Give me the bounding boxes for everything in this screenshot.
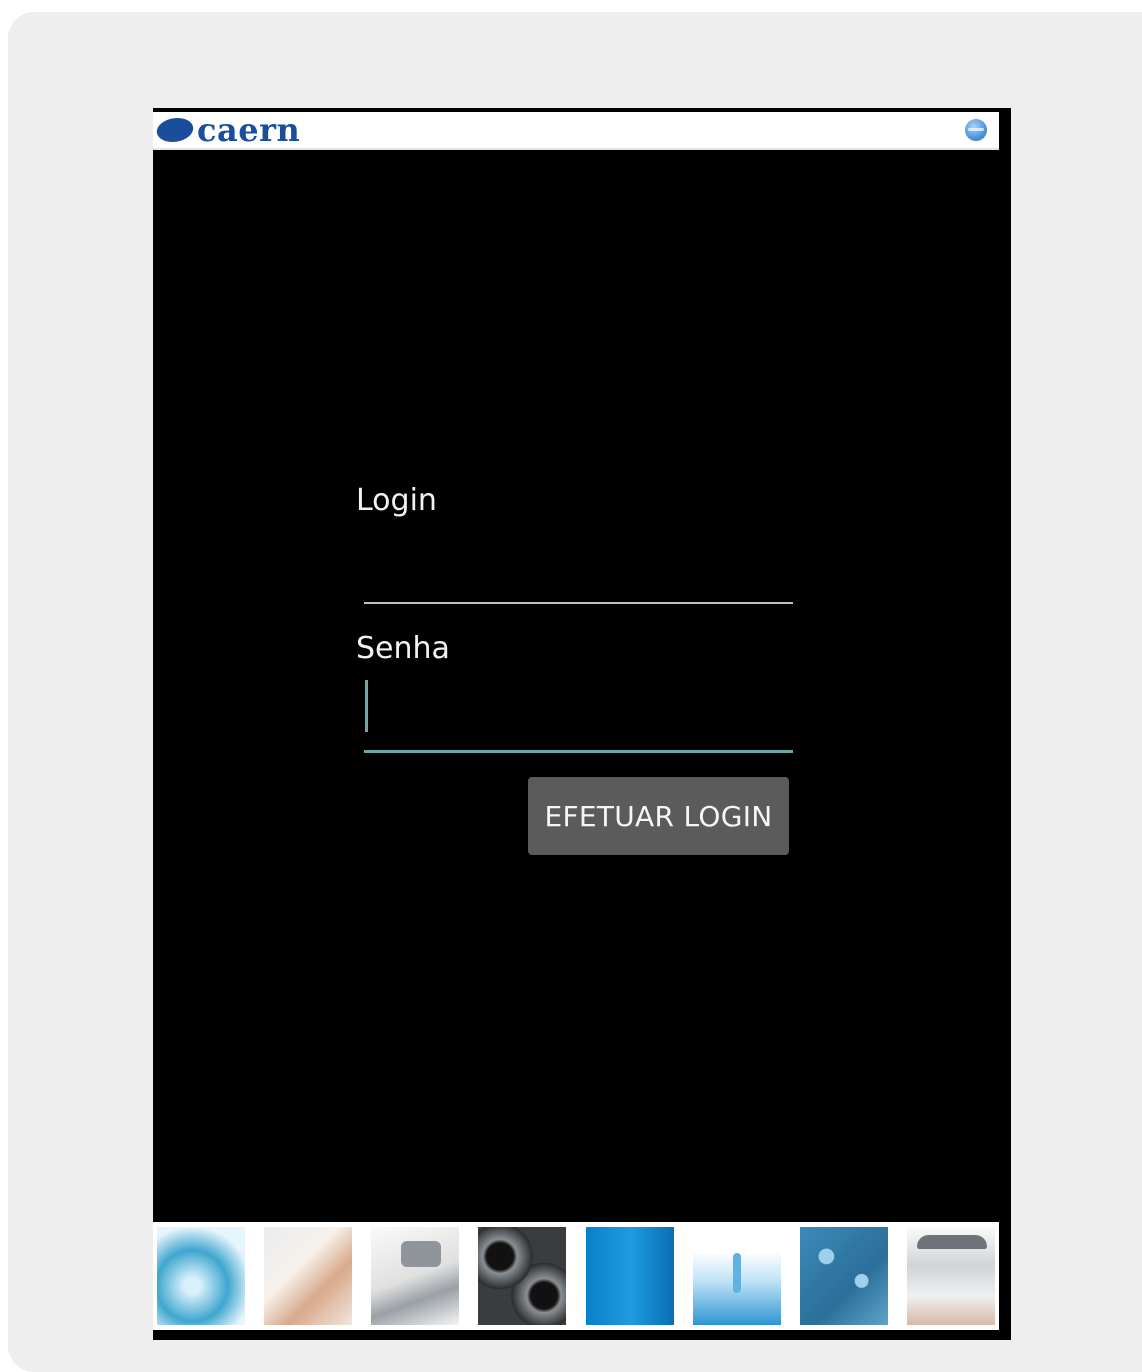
caern-logo: caern xyxy=(154,111,301,149)
water-splash-image xyxy=(157,1227,245,1325)
globe-icon[interactable] xyxy=(965,119,987,141)
app-header: caern xyxy=(153,112,999,150)
app-screen: caern Login Senha EFETUAR LOGIN xyxy=(153,108,1011,1340)
login-label: Login xyxy=(356,483,437,518)
efetuar-login-button[interactable]: EFETUAR LOGIN xyxy=(528,777,789,855)
water-drop-image xyxy=(692,1227,781,1325)
pipes-image xyxy=(478,1227,567,1325)
footer-image-strip xyxy=(153,1222,999,1330)
logo-drop-icon xyxy=(154,118,196,142)
blue-water-image xyxy=(585,1227,674,1325)
water-bubbles-image xyxy=(799,1227,888,1325)
senha-label: Senha xyxy=(356,631,450,666)
faucet-image xyxy=(371,1227,460,1325)
drinking-water-image xyxy=(264,1227,353,1325)
logo-text: caern xyxy=(197,111,301,149)
shower-image xyxy=(906,1227,995,1325)
login-input[interactable] xyxy=(364,540,793,604)
senha-input[interactable] xyxy=(364,688,793,753)
text-cursor xyxy=(365,680,368,732)
